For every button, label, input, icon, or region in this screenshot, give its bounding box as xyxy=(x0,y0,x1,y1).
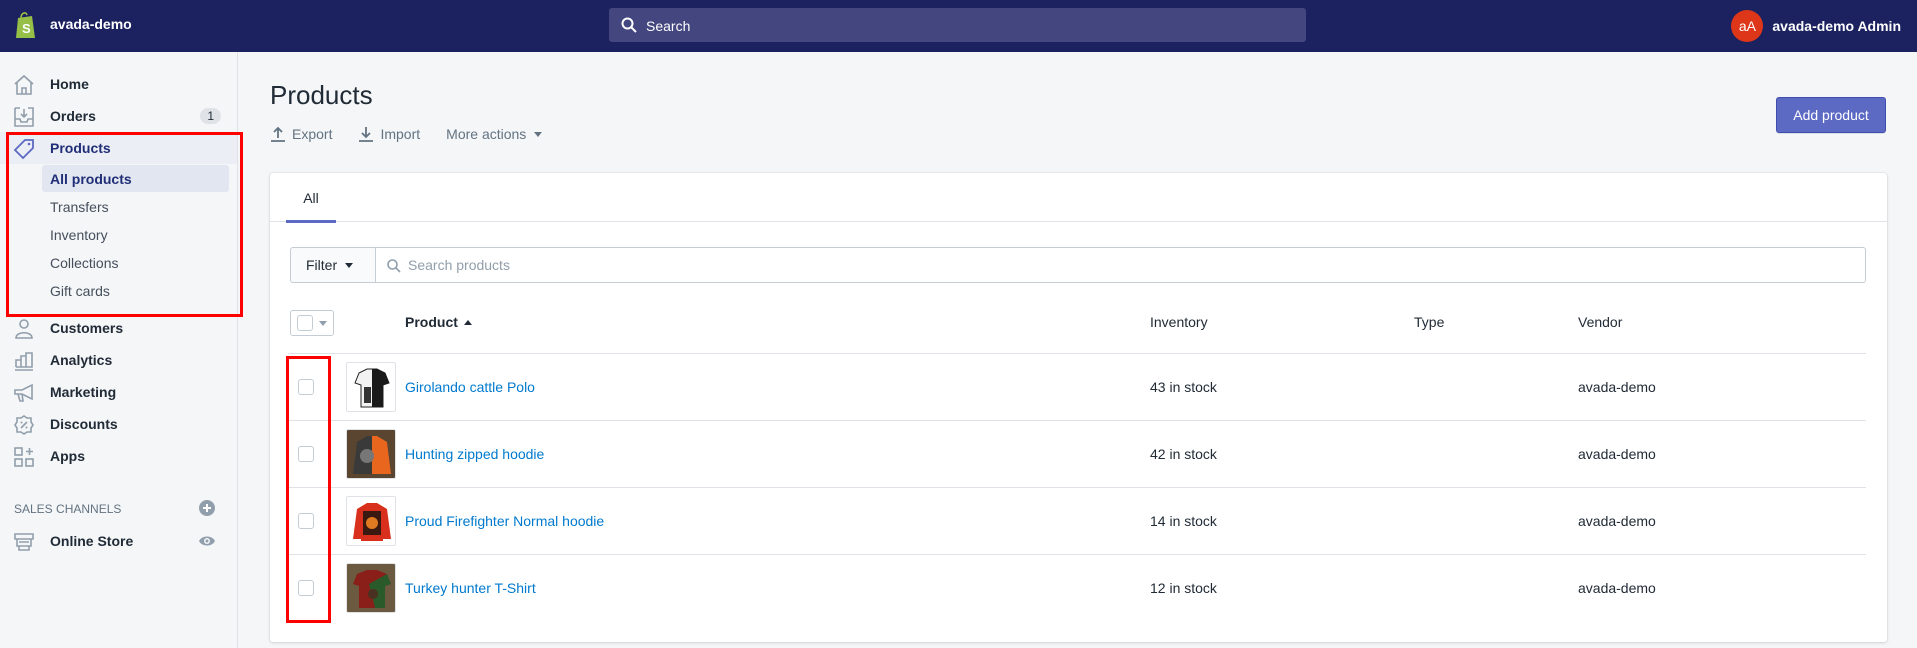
sidebar-item-label: Marketing xyxy=(50,384,117,400)
sales-channels-heading: SALES CHANNELS xyxy=(14,502,122,516)
column-header-label: Product xyxy=(405,314,458,330)
sidebar-item-online-store[interactable]: Online Store xyxy=(0,525,237,557)
inventory-cell: 42 in stock xyxy=(1150,446,1217,462)
chevron-down-icon xyxy=(319,321,327,326)
store-name[interactable]: avada-demo xyxy=(50,16,132,32)
user-menu[interactable]: aA avada-demo Admin xyxy=(1731,10,1901,42)
global-search-placeholder: Search xyxy=(646,18,691,34)
column-header-vendor: Vendor xyxy=(1578,314,1623,330)
products-card: All Filter Product Inventory Type Vendor xyxy=(270,173,1887,642)
inventory-cell: 14 in stock xyxy=(1150,513,1217,529)
tab-bar: All xyxy=(270,173,1887,223)
chevron-down-icon xyxy=(345,262,354,268)
page-actions: Export Import More actions xyxy=(270,126,568,142)
import-button[interactable]: Import xyxy=(358,126,420,142)
vendor-cell: avada-demo xyxy=(1578,446,1656,462)
chevron-down-icon xyxy=(534,131,543,137)
select-all-checkbox[interactable] xyxy=(297,315,313,331)
column-header-inventory: Inventory xyxy=(1150,314,1208,330)
add-sales-channel-icon[interactable] xyxy=(199,500,215,516)
search-icon xyxy=(387,259,401,273)
main-content: Products Export Import More actions Add … xyxy=(238,52,1917,648)
sidebar-item-analytics[interactable]: Analytics xyxy=(0,344,237,376)
vendor-cell: avada-demo xyxy=(1578,580,1656,596)
sidebar-item-marketing[interactable]: Marketing xyxy=(0,376,237,408)
products-menu-highlight xyxy=(6,132,243,317)
vendor-cell: avada-demo xyxy=(1578,379,1656,395)
orders-icon xyxy=(14,107,34,127)
filter-bar: Filter xyxy=(290,247,1866,283)
product-thumbnail[interactable] xyxy=(346,496,396,546)
add-product-button[interactable]: Add product xyxy=(1776,97,1886,133)
filter-label: Filter xyxy=(306,257,338,273)
product-name-link[interactable]: Hunting zipped hoodie xyxy=(405,446,544,462)
table-row: Hunting zipped hoodie 42 in stock avada-… xyxy=(288,421,1866,488)
apps-icon xyxy=(14,447,34,467)
sidebar-item-label: Apps xyxy=(50,448,85,464)
sidebar-item-discounts[interactable]: Discounts xyxy=(0,408,237,440)
product-name-link[interactable]: Girolando cattle Polo xyxy=(405,379,535,395)
product-name-link[interactable]: Turkey hunter T-Shirt xyxy=(405,580,536,596)
sidebar-item-orders[interactable]: Orders 1 xyxy=(0,100,237,132)
product-thumbnail[interactable] xyxy=(346,362,396,412)
export-button[interactable]: Export xyxy=(270,126,332,142)
product-search-field xyxy=(376,247,1866,283)
sidebar-item-label: Online Store xyxy=(50,533,134,549)
product-thumbnail[interactable] xyxy=(346,429,396,479)
top-bar: S avada-demo Search aA avada-demo Admin xyxy=(0,0,1917,52)
avatar: aA xyxy=(1731,10,1764,42)
product-thumbnail[interactable] xyxy=(346,563,396,613)
vendor-cell: avada-demo xyxy=(1578,513,1656,529)
sidebar-item-label: Analytics xyxy=(50,352,113,368)
view-store-eye-icon[interactable] xyxy=(198,534,216,548)
sort-ascending-icon xyxy=(463,320,472,325)
megaphone-icon xyxy=(14,383,33,402)
export-label: Export xyxy=(292,126,333,142)
column-header-product[interactable]: Product xyxy=(405,314,472,330)
filter-button[interactable]: Filter xyxy=(290,247,376,283)
inventory-cell: 12 in stock xyxy=(1150,580,1217,596)
search-products-input[interactable] xyxy=(408,248,1749,282)
bar-chart-icon xyxy=(15,352,33,371)
sidebar-item-label: Discounts xyxy=(50,416,118,432)
product-name-link[interactable]: Proud Firefighter Normal hoodie xyxy=(405,513,604,529)
bulk-select-checkbox[interactable] xyxy=(290,310,334,336)
inventory-cell: 43 in stock xyxy=(1150,379,1217,395)
svg-text:S: S xyxy=(22,21,31,36)
sidebar-item-label: Home xyxy=(50,76,89,92)
person-icon xyxy=(15,319,33,339)
column-header-type: Type xyxy=(1414,314,1445,330)
search-icon xyxy=(621,17,637,33)
store-icon xyxy=(14,533,34,551)
export-icon xyxy=(271,126,285,142)
global-search-input[interactable]: Search xyxy=(609,8,1306,42)
table-row: Girolando cattle Polo 43 in stock avada-… xyxy=(288,354,1866,421)
sidebar-item-apps[interactable]: Apps xyxy=(0,440,237,472)
page-title: Products xyxy=(270,80,373,110)
row-checkboxes-highlight xyxy=(286,356,331,623)
table-row: Proud Firefighter Normal hoodie 14 in st… xyxy=(288,488,1866,555)
home-icon xyxy=(14,74,34,95)
user-name: avada-demo Admin xyxy=(1772,18,1901,34)
more-actions-button[interactable]: More actions xyxy=(446,126,543,142)
table-row: Turkey hunter T-Shirt 12 in stock avada-… xyxy=(288,555,1866,622)
shopify-logo-icon[interactable]: S xyxy=(14,10,38,40)
discount-icon xyxy=(14,415,34,435)
sidebar-item-label: Customers xyxy=(50,320,124,336)
import-icon xyxy=(359,127,374,142)
sidebar-item-label: Orders xyxy=(50,108,96,124)
sidebar-item-home[interactable]: Home xyxy=(0,68,237,100)
import-label: Import xyxy=(380,126,421,142)
tab-all[interactable]: All xyxy=(286,173,336,223)
more-actions-label: More actions xyxy=(446,126,527,142)
table-header: Product Inventory Type Vendor xyxy=(288,303,1866,354)
orders-count-badge: 1 xyxy=(200,108,221,124)
